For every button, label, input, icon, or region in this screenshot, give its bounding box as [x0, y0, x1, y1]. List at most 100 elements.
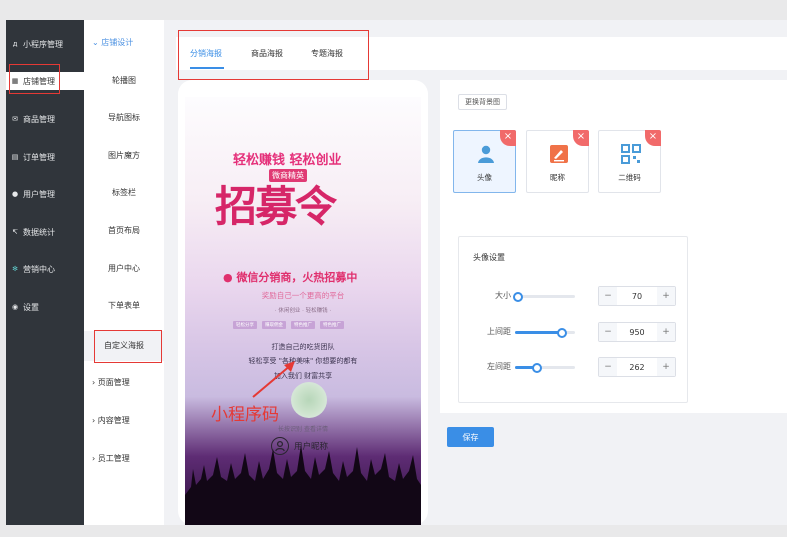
decrement-button[interactable]: − — [599, 358, 617, 376]
annotation-arrow — [252, 361, 295, 398]
submenu-group-content[interactable]: › 内容管理 — [92, 415, 130, 426]
element-avatar[interactable]: × 头像 — [453, 130, 516, 193]
marketing-icon: ✻ — [12, 265, 18, 273]
slider-row-top-spacing: 上间距 − 950 + — [459, 322, 689, 342]
sidebar-item-label: 用户管理 — [23, 189, 55, 199]
poster-subbadge: 微商精英 — [269, 169, 307, 182]
chevron-down-icon: ⌄ — [92, 38, 99, 47]
slider-label: 左间距 — [487, 362, 511, 371]
poster-preview: 轻松赚钱 轻松创业 招募令 微商精英 ● 微信分销商，火热招募中 奖励自己一个更… — [185, 97, 421, 525]
slider-handle[interactable] — [513, 292, 523, 302]
submenu-item-tabbar[interactable]: 标签栏 — [84, 187, 164, 198]
poster-tag: 特色推广 — [320, 321, 344, 329]
submenu-head[interactable]: ⌄ 店铺设计 — [92, 37, 133, 48]
avatar-icon — [478, 145, 494, 163]
element-qrcode[interactable]: × 二维码 — [598, 130, 661, 193]
size-value[interactable]: 70 — [617, 292, 657, 301]
poster-paragraph-2: 轻松享受 "各种美味" 你想要的都有 — [248, 357, 358, 365]
save-button[interactable]: 保存 — [447, 427, 494, 447]
poster-preview-card: 轻松赚钱 轻松创业 招募令 微商精英 ● 微信分销商，火热招募中 奖励自己一个更… — [178, 80, 428, 525]
size-stepper: − 70 + — [598, 286, 676, 306]
sidebar-item-label: 小程序管理 — [23, 39, 63, 49]
submenu-item-home-layout[interactable]: 首页布局 — [84, 225, 164, 236]
submenu-item-user-center[interactable]: 用户中心 — [84, 263, 164, 274]
main-sidebar: д 小程序管理 ▦ 店铺管理 ✉ 商品管理 ▤ 订单管理 ● 用户管理 ↸ 数据… — [6, 20, 84, 525]
submenu-item-image-cube[interactable]: 图片魔方 — [84, 150, 164, 161]
slider-label: 上间距 — [487, 327, 511, 336]
remove-element-button[interactable]: × — [500, 130, 516, 146]
sidebar-item-label: 订单管理 — [23, 152, 55, 162]
element-label: 头像 — [477, 173, 492, 182]
sidebar-item-mini-program[interactable]: д 小程序管理 — [6, 35, 84, 53]
element-label: 二维码 — [618, 173, 641, 182]
submenu-group-pages[interactable]: › 页面管理 — [92, 377, 130, 388]
store-submenu: ⌄ 店铺设计 轮播图 导航图标 图片魔方 标签栏 首页布局 用户中心 下单表单 … — [84, 20, 164, 525]
sidebar-item-orders[interactable]: ▤ 订单管理 — [6, 148, 84, 166]
poster-tag: 赚取佣金 — [262, 321, 286, 329]
element-nickname[interactable]: × 昵称 — [526, 130, 589, 193]
avatar-settings-title: 头像设置 — [473, 253, 505, 262]
slider-row-size: 大小 − 70 + — [459, 286, 689, 306]
top-spacing-stepper: − 950 + — [598, 322, 676, 342]
poster-paragraph-3: 加入我们 财富共享 — [273, 372, 333, 380]
increment-button[interactable]: + — [657, 287, 675, 305]
balloon-icon: ● — [223, 271, 237, 284]
sidebar-item-label: 营销中心 — [23, 264, 55, 274]
sidebar-item-goods[interactable]: ✉ 商品管理 — [6, 110, 84, 128]
left-spacing-stepper: − 262 + — [598, 357, 676, 377]
crowd-silhouette — [185, 445, 421, 525]
submenu-item-order-form[interactable]: 下单表单 — [84, 300, 164, 311]
user-icon: ● — [11, 190, 19, 198]
settings-icon: ◉ — [11, 303, 19, 311]
decrement-button[interactable]: − — [599, 323, 617, 341]
poster-title: 招募令 — [215, 182, 337, 231]
left-spacing-slider[interactable] — [515, 363, 575, 373]
submenu-item-nav-icons[interactable]: 导航图标 — [84, 112, 164, 123]
highlight-box-custom-poster — [94, 330, 162, 363]
slider-handle[interactable] — [556, 328, 567, 338]
left-spacing-value[interactable]: 262 — [617, 363, 657, 372]
mini-program-icon: д — [12, 40, 18, 48]
order-icon: ▤ — [11, 153, 19, 161]
poster-tags: 轻松分享 赚取佣金 特色推广 特色推广 — [233, 321, 344, 329]
sidebar-item-label: 设置 — [23, 302, 39, 312]
poster-tag: 特色推广 — [291, 321, 315, 329]
poster-settings-panel: 更换背景图 × 头像 × 昵称 × 二维码 头像设置 大小 − 70 + 上间距… — [440, 80, 787, 413]
decrement-button[interactable]: − — [599, 287, 617, 305]
remove-element-button[interactable]: × — [645, 130, 661, 146]
element-label: 昵称 — [550, 173, 565, 182]
poster-headline: ● 微信分销商，火热招募中 — [223, 271, 358, 284]
sidebar-item-marketing[interactable]: ✻ 营销中心 — [6, 260, 84, 278]
qrcode-caption: 长按识别 查看详情 — [278, 426, 328, 433]
sidebar-item-label: 商品管理 — [23, 114, 55, 124]
sidebar-item-label: 数据统计 — [23, 227, 55, 237]
slider-handle[interactable] — [532, 363, 543, 373]
slider-row-left-spacing: 左间距 − 262 + — [459, 357, 689, 377]
highlight-box-tabs — [178, 30, 369, 80]
highlight-box-store — [9, 64, 60, 94]
poster-subline: 奖励自己一个更高的平台 — [261, 291, 345, 300]
avatar-settings-card: 头像设置 大小 − 70 + 上间距 − 950 + 左间距 − 262 + — [458, 236, 688, 403]
app-frame: д 小程序管理 ▦ 店铺管理 ✉ 商品管理 ▤ 订单管理 ● 用户管理 ↸ 数据… — [6, 20, 787, 525]
top-spacing-slider[interactable] — [515, 328, 575, 338]
poster-tag: 轻松分享 — [233, 321, 257, 329]
slider-fill — [515, 331, 562, 334]
annotation-label: 小程序码 — [211, 405, 279, 425]
submenu-item-carousel[interactable]: 轮播图 — [84, 75, 164, 86]
chart-icon: ↸ — [12, 228, 18, 236]
increment-button[interactable]: + — [657, 323, 675, 341]
size-slider[interactable] — [513, 292, 575, 302]
poster-slogan: 轻松赚钱 轻松创业 — [233, 153, 342, 168]
remove-element-button[interactable]: × — [573, 130, 589, 146]
slider-label: 大小 — [495, 291, 511, 300]
poster-paragraph-1: 打造自己的吃货团队 — [271, 343, 335, 351]
sidebar-item-stats[interactable]: ↸ 数据统计 — [6, 223, 84, 241]
sidebar-item-users[interactable]: ● 用户管理 — [6, 185, 84, 203]
increment-button[interactable]: + — [657, 358, 675, 376]
sidebar-item-settings[interactable]: ◉ 设置 — [6, 298, 84, 316]
poster-small-line: · 休闲创业 · 轻松赚钱 · — [274, 308, 332, 314]
qrcode-icon — [621, 144, 641, 164]
submenu-group-staff[interactable]: › 员工管理 — [92, 453, 130, 464]
change-background-button[interactable]: 更换背景图 — [458, 94, 507, 110]
top-spacing-value[interactable]: 950 — [617, 328, 657, 337]
